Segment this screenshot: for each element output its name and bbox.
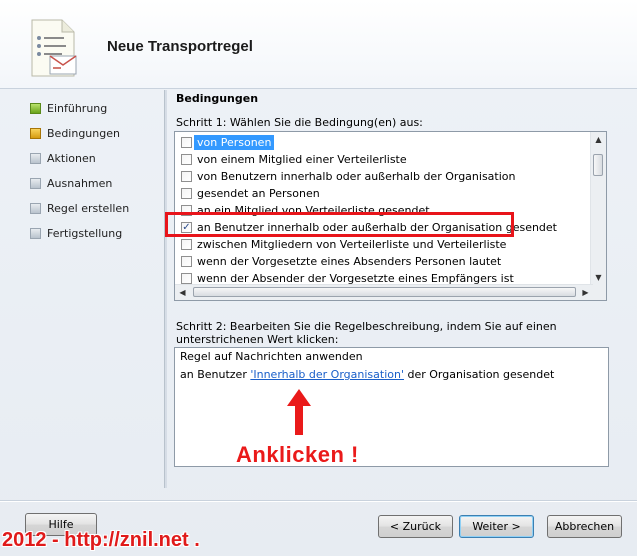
checkbox[interactable]: [181, 171, 192, 182]
scroll-thumb[interactable]: [193, 287, 576, 297]
step-pending-icon: [30, 178, 41, 189]
step-done-icon: [30, 103, 41, 114]
condition-label: von Benutzern innerhalb oder außerhalb d…: [197, 170, 516, 183]
condition-item[interactable]: gesendet an Personen: [175, 185, 593, 202]
description-line-2: an Benutzer 'Innerhalb der Organisation'…: [180, 368, 554, 381]
scroll-thumb[interactable]: [593, 154, 603, 176]
condition-label: wenn der Vorgesetzte eines Absenders Per…: [197, 255, 502, 268]
watermark-text: 2012 - http://znil.net .: [2, 529, 200, 551]
annotation-text: Anklicken !: [236, 442, 359, 467]
description-text: an Benutzer: [180, 368, 251, 381]
condition-label: an Benutzer innerhalb oder außerhalb der…: [197, 221, 557, 234]
condition-item[interactable]: von einem Mitglied einer Verteilerliste: [175, 151, 593, 168]
description-line-1: Regel auf Nachrichten anwenden: [180, 350, 363, 363]
step-regel-erstellen[interactable]: Regel erstellen: [30, 196, 160, 221]
wizard-header: Neue Transportregel: [0, 0, 637, 89]
footer-divider: [0, 500, 637, 502]
checkbox[interactable]: [181, 256, 192, 267]
annotation-arrow-up-icon: [287, 389, 311, 435]
step-label: Aktionen: [47, 152, 96, 165]
step-label: Fertigstellung: [47, 227, 123, 240]
scroll-up-icon[interactable]: ▲: [591, 132, 606, 147]
condition-item[interactable]: von Benutzern innerhalb oder außerhalb d…: [175, 168, 593, 185]
condition-item[interactable]: an ein Mitglied von Verteilerliste gesen…: [175, 202, 593, 219]
checkbox[interactable]: [181, 137, 192, 148]
condition-item-checked[interactable]: ✓ an Benutzer innerhalb oder außerhalb d…: [175, 219, 593, 236]
step-fertigstellung[interactable]: Fertigstellung: [30, 221, 160, 246]
checkbox-checked[interactable]: ✓: [181, 222, 192, 233]
step-ausnahmen[interactable]: Ausnahmen: [30, 171, 160, 196]
checkbox[interactable]: [181, 188, 192, 199]
vertical-scrollbar[interactable]: ▲ ▼: [590, 132, 606, 285]
scroll-down-icon[interactable]: ▼: [591, 270, 606, 285]
condition-label: zwischen Mitgliedern von Verteilerliste …: [197, 238, 507, 251]
panel-divider: [164, 90, 167, 488]
next-button[interactable]: Weiter >: [459, 515, 534, 538]
page-title: Neue Transportregel: [107, 38, 253, 55]
checkbox[interactable]: [181, 273, 192, 284]
scope-link[interactable]: 'Innerhalb der Organisation': [250, 368, 404, 381]
step-label: Regel erstellen: [47, 202, 130, 215]
condition-label: von einem Mitglied einer Verteilerliste: [197, 153, 407, 166]
step-bedingungen[interactable]: Bedingungen: [30, 121, 160, 146]
document-list-icon: [31, 19, 77, 77]
scroll-corner: [591, 285, 606, 300]
checkbox[interactable]: [181, 205, 192, 216]
step-aktionen[interactable]: Aktionen: [30, 146, 160, 171]
condition-label: gesendet an Personen: [197, 187, 320, 200]
back-button[interactable]: < Zurück: [378, 515, 453, 538]
section-title: Bedingungen: [176, 92, 259, 105]
condition-item[interactable]: zwischen Mitgliedern von Verteilerliste …: [175, 236, 593, 253]
wizard-steps: Einführung Bedingungen Aktionen Ausnahme…: [30, 96, 160, 246]
condition-label: an ein Mitglied von Verteilerliste gesen…: [197, 204, 430, 217]
step-label: Ausnahmen: [47, 177, 113, 190]
step-pending-icon: [30, 203, 41, 214]
horizontal-scrollbar[interactable]: ◀ ▶: [175, 284, 593, 300]
step-pending-icon: [30, 228, 41, 239]
conditions-list[interactable]: von Personen von einem Mitglied einer Ve…: [174, 131, 607, 301]
condition-item[interactable]: wenn der Vorgesetzte eines Absenders Per…: [175, 253, 593, 270]
condition-item[interactable]: von Personen: [175, 134, 593, 151]
step-label: Bedingungen: [47, 127, 120, 140]
checkbox[interactable]: [181, 154, 192, 165]
step-einfuehrung[interactable]: Einführung: [30, 96, 160, 121]
step-active-icon: [30, 128, 41, 139]
step-pending-icon: [30, 153, 41, 164]
condition-label: von Personen: [194, 135, 275, 150]
step-label: Einführung: [47, 102, 108, 115]
step1-label: Schritt 1: Wählen Sie die Bedingung(en) …: [176, 116, 423, 129]
cancel-button[interactable]: Abbrechen: [547, 515, 622, 538]
step2-label: Schritt 2: Bearbeiten Sie die Regelbesch…: [176, 320, 557, 346]
checkbox[interactable]: [181, 239, 192, 250]
description-text: der Organisation gesendet: [403, 368, 555, 381]
scroll-left-icon[interactable]: ◀: [175, 285, 190, 300]
